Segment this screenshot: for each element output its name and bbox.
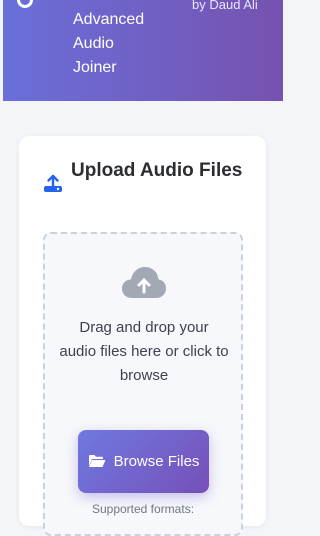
file-dropzone[interactable]: Drag and drop your audio files here or c…: [43, 232, 243, 536]
app-title-line: Advanced: [73, 11, 145, 28]
app-title-line: Joiner: [73, 59, 117, 76]
dropzone-instructions: Drag and drop your audio files here or c…: [59, 319, 229, 384]
supported-formats-label: Supported formats:: [91, 502, 195, 516]
browse-files-button[interactable]: Browse Files: [78, 430, 209, 493]
folder-open-icon: [88, 454, 106, 467]
card-title: Upload Audio Files: [71, 160, 243, 181]
app-header: Advanced Audio Joiner by Daud Ali: [3, 0, 283, 101]
upload-icon: [44, 174, 62, 192]
author-byline: by Daud Ali: [192, 0, 258, 12]
app-title: Advanced Audio Joiner: [73, 8, 183, 80]
upload-card: Upload Audio Files Drag and drop your au…: [19, 136, 266, 536]
cloud-upload-icon: [122, 267, 166, 298]
browse-files-label: Browse Files: [113, 452, 200, 470]
app-title-line: Audio: [73, 35, 114, 52]
logo-icon: [17, 0, 33, 8]
